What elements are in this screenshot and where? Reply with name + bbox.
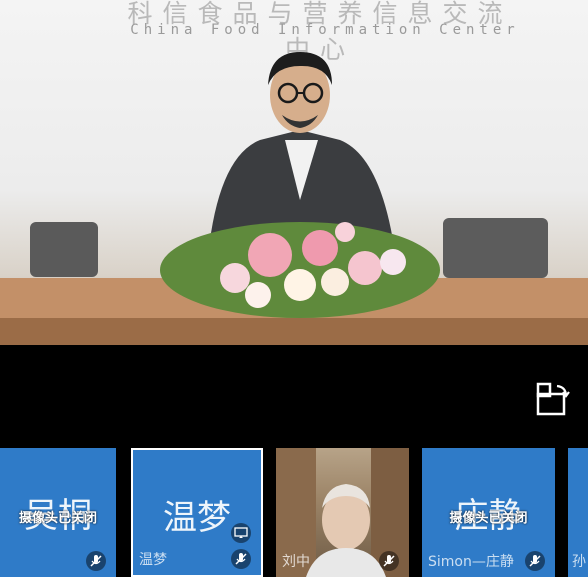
participant-name: Simon—庄静 bbox=[428, 554, 514, 570]
camera-off-label: 摄像头已关闭 bbox=[449, 511, 528, 526]
participant-tile-video[interactable]: 刘中 bbox=[276, 448, 409, 577]
mic-muted-icon bbox=[525, 551, 545, 571]
main-video[interactable]: 科信食品与营养信息交流中心 China Food Information Cen… bbox=[0, 0, 588, 345]
mic-muted-icon bbox=[86, 551, 106, 571]
participant-tile-selected[interactable]: 温梦 温梦 bbox=[131, 448, 263, 577]
participant-name: 温梦 bbox=[139, 552, 167, 568]
participant-name: 孙 bbox=[572, 554, 586, 570]
switch-view-icon[interactable] bbox=[533, 380, 573, 418]
speaker-video-frame bbox=[0, 52, 588, 345]
camera-off-label: 摄像头已关闭 bbox=[18, 511, 97, 526]
participant-name: 刘中 bbox=[282, 554, 310, 570]
participant-tile[interactable]: 吴桐 摄像头已关闭 bbox=[0, 448, 116, 577]
mic-muted-icon bbox=[379, 551, 399, 571]
participant-strip[interactable]: 吴桐 摄像头已关闭 温梦 温梦 刘中 庄静 摄像头已关闭 Simon—庄静 孙 bbox=[0, 446, 588, 577]
screen-share-icon bbox=[231, 523, 251, 543]
mic-muted-icon bbox=[231, 549, 251, 569]
participant-tile[interactable]: 庄静 摄像头已关闭 Simon—庄静 bbox=[422, 448, 555, 577]
participant-tile-partial[interactable]: 孙 bbox=[568, 448, 588, 577]
